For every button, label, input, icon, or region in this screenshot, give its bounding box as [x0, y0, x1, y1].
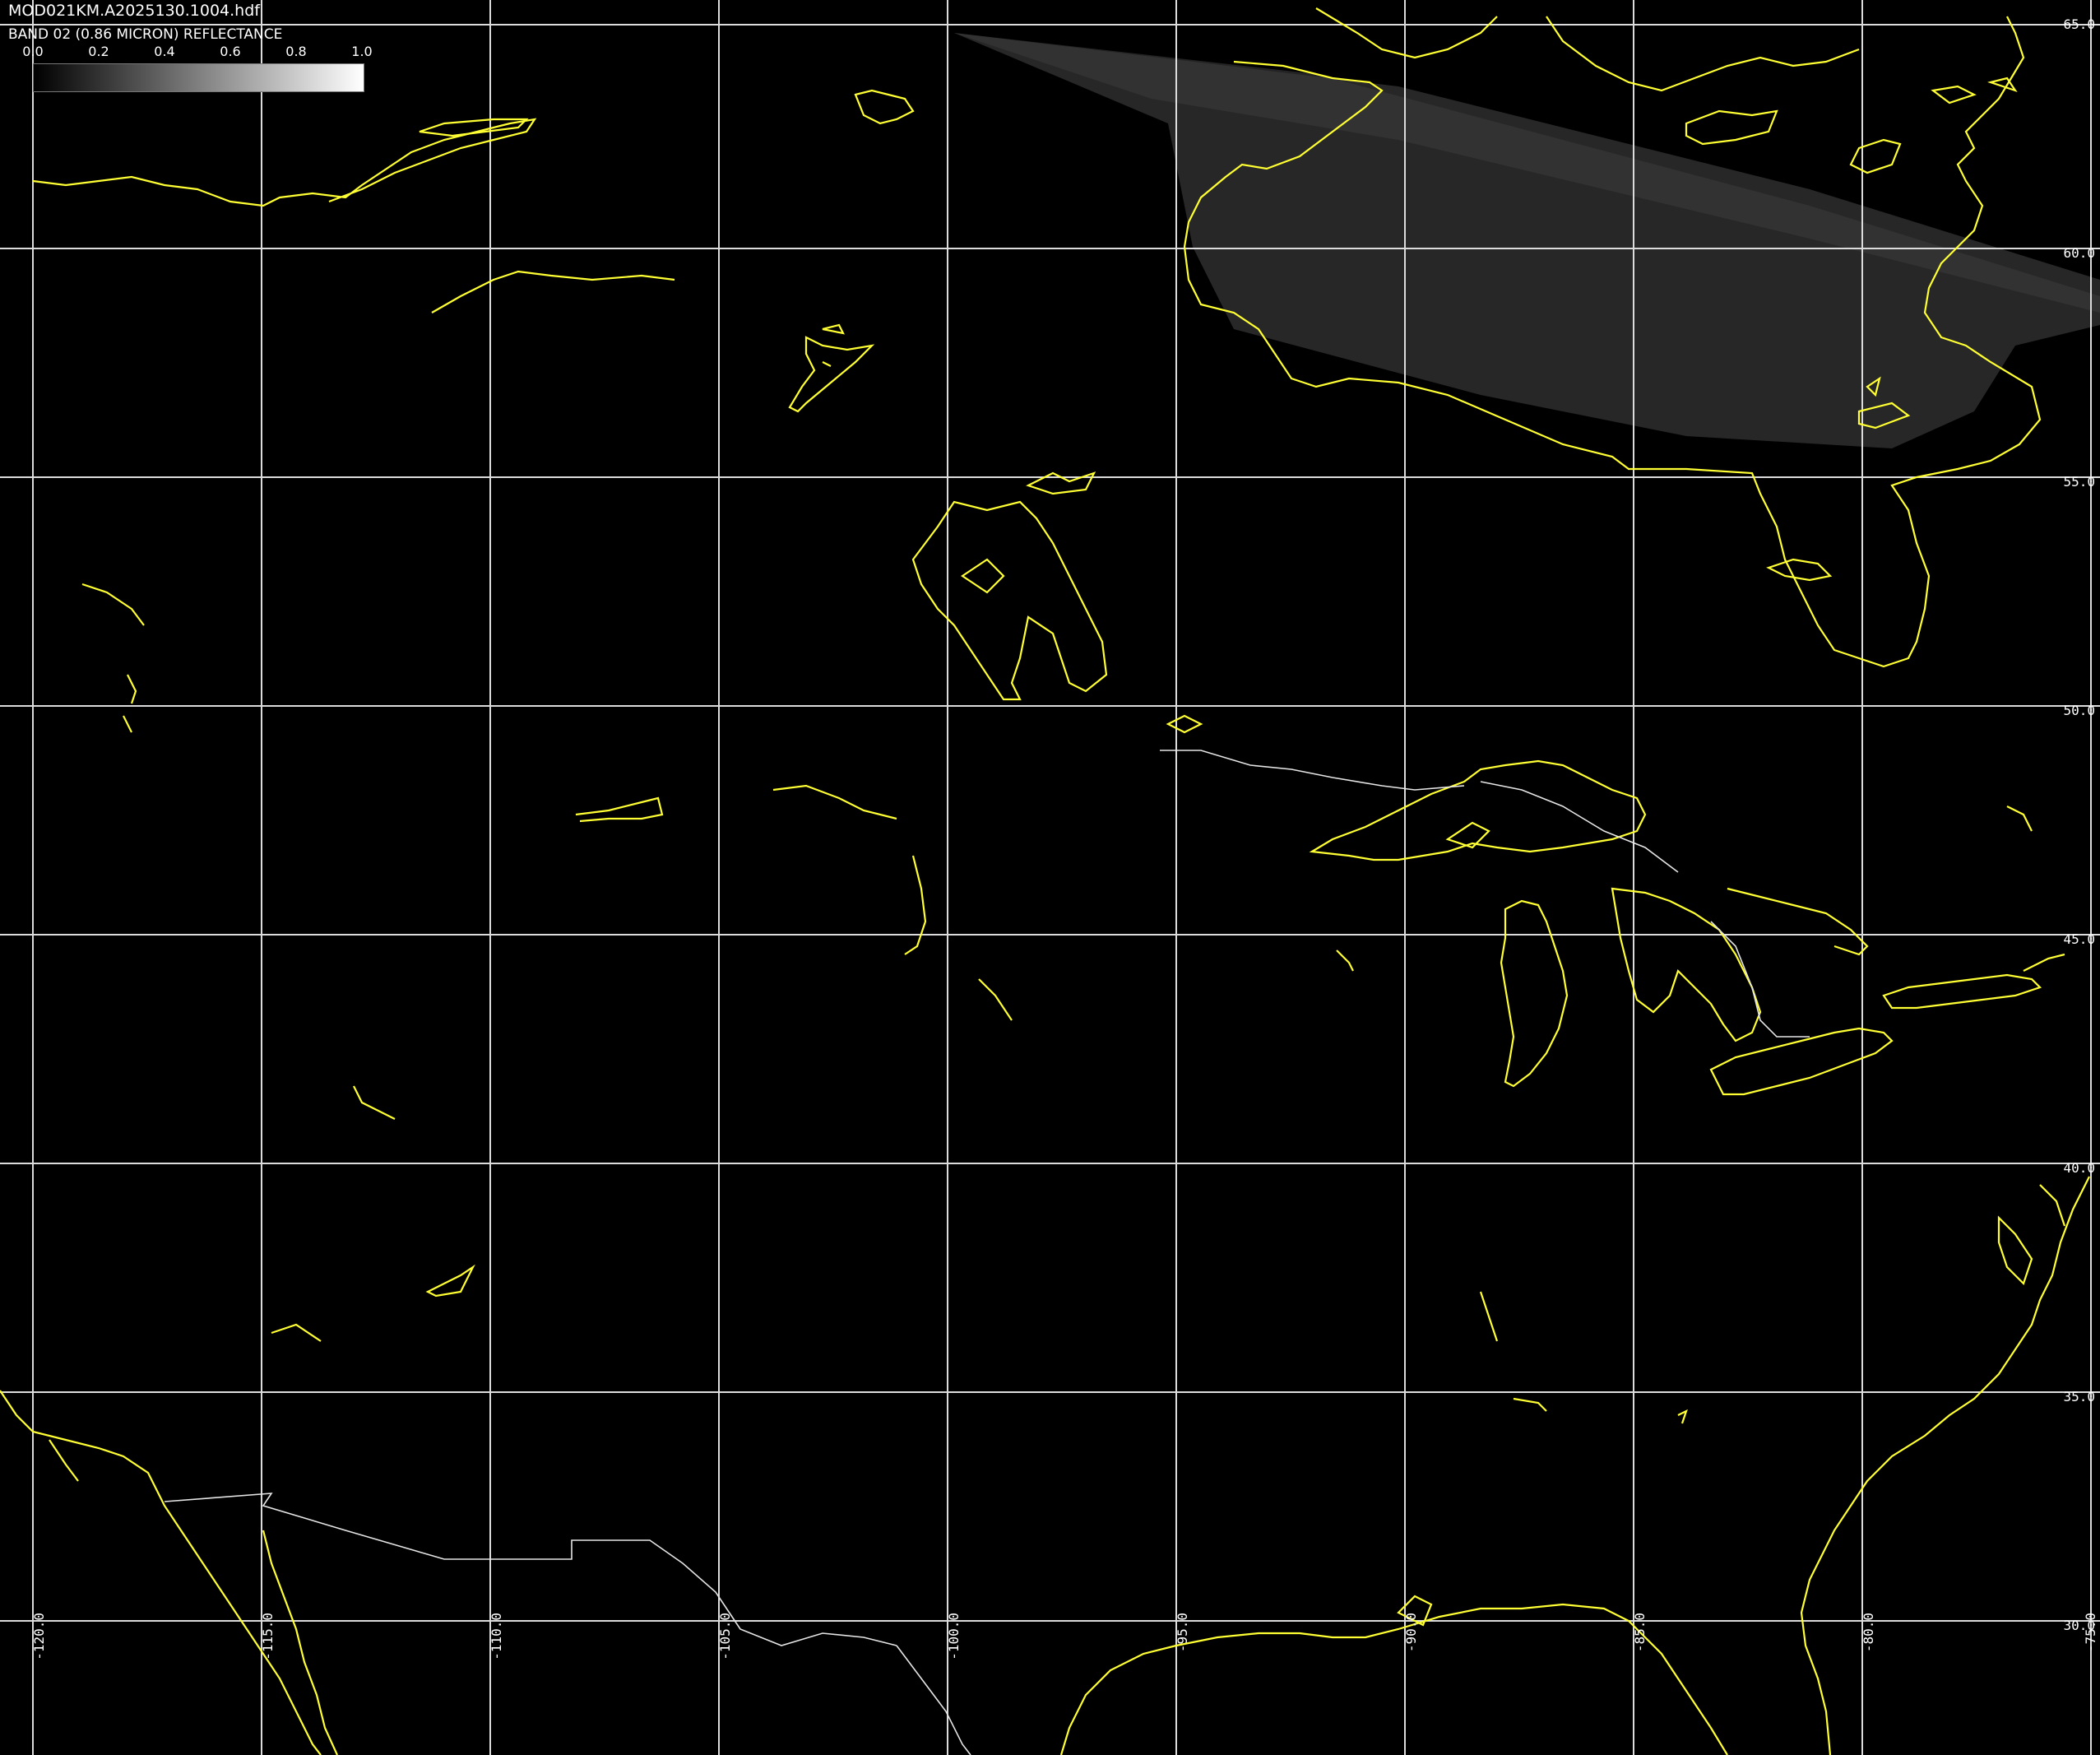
lon-label: -110.0 — [489, 1613, 504, 1660]
lon-label: -95.0 — [1175, 1613, 1190, 1653]
colorbar-tick: 1.0 — [351, 44, 373, 59]
lat-label: 60.0 — [2063, 245, 2095, 261]
lat-label: 40.0 — [2063, 1160, 2095, 1176]
colorbar-tick: 0.8 — [285, 44, 307, 59]
colorbar-tick: 0.0 — [22, 44, 44, 59]
lat-label: 55.0 — [2063, 474, 2095, 490]
satellite-map — [0, 0, 2100, 1755]
lon-label: -100.0 — [946, 1613, 962, 1660]
lon-label: -105.0 — [717, 1613, 733, 1660]
colorbar — [33, 63, 364, 92]
lon-label: -115.0 — [260, 1613, 276, 1660]
band-title: BAND 02 (0.86 MICRON) REFLECTANCE — [8, 26, 283, 43]
lon-label: -120.0 — [31, 1613, 47, 1660]
colorbar-tick: 0.2 — [88, 44, 109, 59]
colorbar-tick-labels: 0.0 0.2 0.4 0.6 0.8 1.0 — [22, 44, 373, 60]
lat-label: 50.0 — [2063, 703, 2095, 718]
lon-label: -80.0 — [1861, 1613, 1876, 1653]
lat-label: 35.0 — [2063, 1389, 2095, 1404]
lon-label: -90.0 — [1403, 1613, 1419, 1653]
lat-label: 65.0 — [2063, 16, 2095, 32]
filename-label: MOD021KM.A2025130.1004.hdf — [8, 2, 260, 20]
lon-label: -85.0 — [1632, 1613, 1648, 1653]
lat-label: 45.0 — [2063, 931, 2095, 947]
colorbar-tick: 0.4 — [154, 44, 175, 59]
lon-label: -75.0 — [2083, 1613, 2098, 1653]
colorbar-tick: 0.6 — [220, 44, 241, 59]
